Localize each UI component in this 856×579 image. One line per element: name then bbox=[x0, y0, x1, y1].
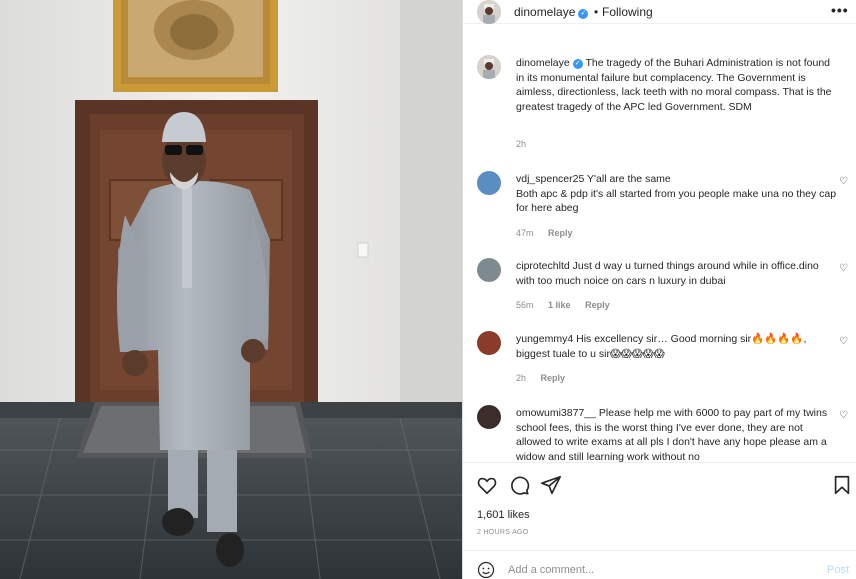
heart-icon[interactable] bbox=[476, 474, 498, 496]
caption-time[interactable]: 2h bbox=[516, 139, 526, 149]
comment-username[interactable]: omowumi3877__ bbox=[516, 407, 596, 419]
comment-text: omowumi3877__ Please help me with 6000 t… bbox=[516, 406, 840, 462]
verified-badge-icon: ✓ bbox=[578, 9, 589, 19]
post-comment-button[interactable]: Post bbox=[827, 564, 849, 576]
comment-like-heart-icon[interactable]: ♡ bbox=[839, 410, 848, 421]
avatar-image bbox=[477, 0, 501, 24]
comment-time[interactable]: 47m bbox=[516, 228, 534, 238]
comment-avatar[interactable] bbox=[477, 405, 501, 429]
header-separator: • bbox=[594, 5, 599, 19]
comment-reply-button[interactable]: Reply bbox=[585, 300, 610, 310]
comment-meta: 56m 1 like Reply bbox=[516, 300, 622, 310]
comment-text: vdj_spencer25 Y'all are the same Both ap… bbox=[516, 172, 840, 216]
comment-like-heart-icon[interactable]: ♡ bbox=[839, 263, 848, 274]
add-comment-bar: Post bbox=[463, 550, 856, 579]
comment-username[interactable]: ciprotechltd bbox=[516, 260, 570, 272]
comment-avatar[interactable] bbox=[477, 171, 501, 195]
comment-reply-button[interactable]: Reply bbox=[541, 373, 566, 383]
instagram-post-view: dinomelaye ✓ • Following ••• dinomelaye ✓ bbox=[0, 0, 856, 579]
post-photo-illustration bbox=[0, 0, 462, 579]
author-avatar[interactable] bbox=[477, 0, 501, 24]
likes-count[interactable]: 1,601 likes bbox=[477, 509, 530, 521]
author-username-text[interactable]: dinomelaye bbox=[514, 5, 575, 19]
comment-avatar[interactable] bbox=[477, 258, 501, 282]
post-timestamp[interactable]: 2 HOURS AGO bbox=[477, 529, 529, 536]
comment-username[interactable]: yungemmy4 bbox=[516, 333, 573, 345]
comment-like-heart-icon[interactable]: ♡ bbox=[839, 176, 848, 187]
caption-meta: 2h bbox=[516, 139, 538, 149]
caption-text: dinomelaye ✓ The tragedy of the Buhari Ad… bbox=[516, 56, 840, 114]
comment-meta: 47m Reply bbox=[516, 228, 585, 238]
comment-meta: 2h Reply bbox=[516, 373, 577, 383]
bookmark-icon[interactable] bbox=[831, 474, 853, 496]
comment-likes-count[interactable]: 1 like bbox=[548, 300, 571, 310]
comment-input[interactable] bbox=[508, 561, 808, 579]
post-detail-panel: dinomelaye ✓ • Following ••• dinomelaye ✓ bbox=[462, 0, 856, 579]
more-options-icon[interactable]: ••• bbox=[831, 2, 849, 18]
caption-username[interactable]: dinomelaye bbox=[516, 57, 570, 69]
caption-avatar[interactable] bbox=[477, 55, 501, 79]
comment-reply-button[interactable]: Reply bbox=[548, 228, 573, 238]
post-photo[interactable] bbox=[0, 0, 462, 579]
comment-username[interactable]: vdj_spencer25 bbox=[516, 173, 584, 185]
comment-text: yungemmy4 His excellency sir… Good morni… bbox=[516, 332, 840, 361]
following-button[interactable]: Following bbox=[602, 5, 653, 19]
verified-badge-icon: ✓ bbox=[572, 59, 583, 69]
comment-time[interactable]: 56m bbox=[516, 300, 534, 310]
post-actions: 1,601 likes 2 HOURS AGO Post bbox=[463, 462, 856, 579]
share-icon[interactable] bbox=[540, 474, 562, 496]
comment-icon[interactable] bbox=[508, 474, 530, 496]
comment-avatar[interactable] bbox=[477, 331, 501, 355]
comment-text: ciprotechltd Just d way u turned things … bbox=[516, 259, 840, 288]
avatar-image bbox=[477, 55, 501, 79]
comment-time[interactable]: 2h bbox=[516, 373, 526, 383]
post-header: dinomelaye ✓ • Following ••• bbox=[463, 0, 856, 24]
author-username[interactable]: dinomelaye ✓ bbox=[514, 5, 589, 19]
emoji-icon[interactable] bbox=[477, 561, 495, 579]
comment-like-heart-icon[interactable]: ♡ bbox=[839, 336, 848, 347]
comments-list[interactable]: dinomelaye ✓ The tragedy of the Buhari Ad… bbox=[463, 48, 856, 462]
